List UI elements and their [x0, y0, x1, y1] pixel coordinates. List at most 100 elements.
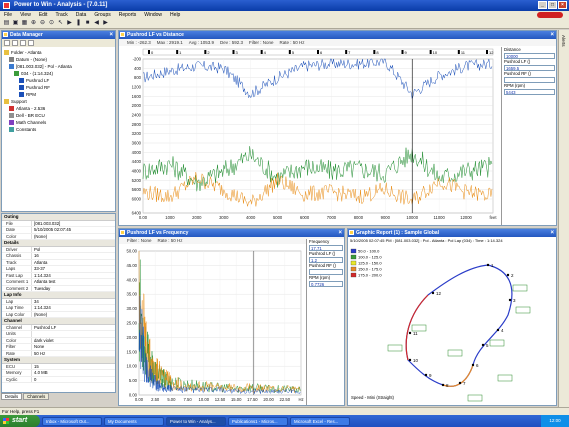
segment-marker [288, 50, 291, 54]
tree-node[interactable]: Support [4, 98, 115, 105]
menu-view[interactable]: View [20, 11, 31, 19]
tree-node[interactable]: RPM [4, 91, 115, 98]
print-icon[interactable]: ▦ [21, 20, 28, 27]
menu-edit[interactable]: Edit [39, 11, 48, 19]
maximize-button[interactable]: □ [548, 1, 557, 9]
x-tick-label: 8000 [354, 215, 364, 220]
distance-chart-panel: Pushrod LF vs Distance × Min : -262.3 Ma… [118, 30, 557, 226]
new-icon[interactable] [4, 40, 10, 46]
y-tick-label: 45.00 [127, 263, 138, 268]
close-icon[interactable]: × [550, 229, 554, 237]
close-icon[interactable]: × [550, 31, 554, 39]
open-icon[interactable] [12, 40, 18, 46]
tree-node[interactable]: Constants [4, 126, 115, 133]
cursor-icon[interactable]: ↖ [57, 20, 64, 27]
y-tick-label: 4400 [132, 159, 142, 164]
delete-icon[interactable] [20, 40, 26, 46]
y-tick-label: 1600 [132, 94, 142, 99]
device-icon [9, 113, 14, 118]
save-icon[interactable]: ▣ [12, 20, 19, 27]
tree-node[interactable]: Pushrod RF [4, 84, 115, 91]
distance-chart[interactable]: 0 1 2 3 4 5 6 7 8 9 10 11 12-20040080012001600200024… [119, 47, 499, 225]
menu-track[interactable]: Track [55, 11, 67, 19]
property-key: Color [2, 337, 32, 343]
alerts-side-tab[interactable]: Alerts [558, 30, 569, 407]
segment-point [508, 298, 512, 302]
y-tick-label: 4000 [132, 150, 142, 155]
tab-channels[interactable]: Channels [23, 393, 50, 400]
pause-icon[interactable]: ❚ [75, 20, 82, 27]
distance-chart-title: Pushrod LF vs Distance [127, 32, 184, 38]
property-key: Lap Time [2, 305, 32, 311]
y-tick-label: -200 [133, 57, 142, 62]
segment-number: 3 [513, 298, 516, 303]
open-icon[interactable]: ▤ [3, 20, 10, 27]
segment-number: 2 [511, 273, 514, 278]
frequency-chart[interactable]: 50.00 45.00 40.00 35.00 30.00 25.00 20.00 15.00… [119, 245, 304, 405]
zoom-out-icon[interactable]: ⊖ [39, 20, 46, 27]
taskbar: start Inbox - Microsoft Out... My Docume… [0, 415, 569, 427]
taskbar-item[interactable]: Power to Win - Analys... [166, 416, 226, 426]
back-icon[interactable]: ◀ [93, 20, 100, 27]
segment-number: 12 [436, 291, 442, 296]
tree-node[interactable]: [081.003.032] - Pol - Atlanta [4, 63, 115, 70]
menu-groups[interactable]: Groups [94, 11, 110, 19]
taskbar-item[interactable]: Publications1 - Micros... [228, 416, 288, 426]
segment-marker [486, 50, 488, 54]
status-bar: For Help, press F1 [0, 407, 569, 415]
tree-node[interactable]: Math Channels [4, 119, 115, 126]
tree-node-label: Pushrod RF [26, 85, 51, 90]
segment-marker [176, 50, 179, 54]
properties-panel: Outing File [081.003.032] Date 5/10/2005 02:… [1, 213, 116, 393]
stop-icon[interactable]: ■ [84, 20, 91, 27]
menu-file[interactable]: File [4, 11, 12, 19]
tree-node[interactable]: Pushrod LF [4, 77, 115, 84]
tree-node-label: Atlanta - 2.536 [16, 106, 46, 111]
menu-data[interactable]: Data [76, 11, 87, 19]
y-tick-label: 6000 [132, 197, 142, 202]
menu-reports[interactable]: Reports [119, 11, 137, 19]
taskbar-item[interactable]: Inbox - Microsoft Out... [42, 416, 102, 426]
close-icon[interactable]: × [109, 31, 113, 39]
start-button[interactable]: start [0, 415, 40, 427]
tab-details[interactable]: Details [1, 393, 23, 400]
close-icon[interactable]: × [338, 229, 342, 237]
properties-icon[interactable] [28, 40, 34, 46]
tree-node[interactable]: Folder - Atlanta [4, 49, 115, 56]
segment-marker [317, 50, 319, 54]
properties-row[interactable]: Cyclic 0 [2, 376, 115, 383]
taskbar-item[interactable]: Microsoft Excel - Res... [290, 416, 350, 426]
tree-node-label: 034 - (1:14.324) [21, 71, 54, 76]
speed-legend-label: 50.0 - 100.0 [358, 249, 380, 254]
tree-node[interactable]: 034 - (1:14.324) [4, 70, 115, 77]
legend-series-value[interactable]: 5443 [504, 89, 555, 95]
speed-legend-swatch [350, 272, 357, 278]
y-tick-label: 5200 [132, 178, 142, 183]
chart-icon [120, 32, 125, 37]
folder-icon [4, 99, 9, 104]
zoom-fit-icon[interactable]: ⊙ [48, 20, 55, 27]
forward-icon[interactable]: ▶ [102, 20, 109, 27]
zoom-in-icon[interactable]: ⊕ [30, 20, 37, 27]
lap-icon [14, 71, 19, 76]
property-value: 33-37 [34, 266, 45, 271]
segment-point [458, 381, 462, 385]
play-icon[interactable]: ▶ [66, 20, 73, 27]
legend-series-value[interactable]: 0.7726 [309, 281, 343, 287]
property-key: Comment 2 [2, 285, 32, 291]
tree-node[interactable]: Dell - BR ECU [4, 112, 115, 119]
property-key: Color [2, 233, 32, 239]
tree-node[interactable]: Atlanta - 2.536 [4, 105, 115, 112]
minimize-button[interactable]: _ [538, 1, 547, 9]
close-button[interactable]: × [558, 1, 567, 9]
menu-help[interactable]: Help [170, 11, 180, 19]
track-map[interactable]: 50.0 - 100.0100.0 - 125.0125.0 - 150.015… [348, 245, 556, 405]
taskbar-item[interactable]: My Documents [104, 416, 164, 426]
menu-window[interactable]: Window [144, 11, 162, 19]
y-tick-label: 3200 [132, 131, 142, 136]
x-tick-label: Hz [298, 397, 303, 402]
data-manager-title: Data Manager [10, 32, 43, 38]
property-key: Lap [2, 298, 32, 304]
tree-node[interactable]: Datum - (None) [4, 56, 115, 63]
y-tick-label: 30.00 [127, 306, 138, 311]
